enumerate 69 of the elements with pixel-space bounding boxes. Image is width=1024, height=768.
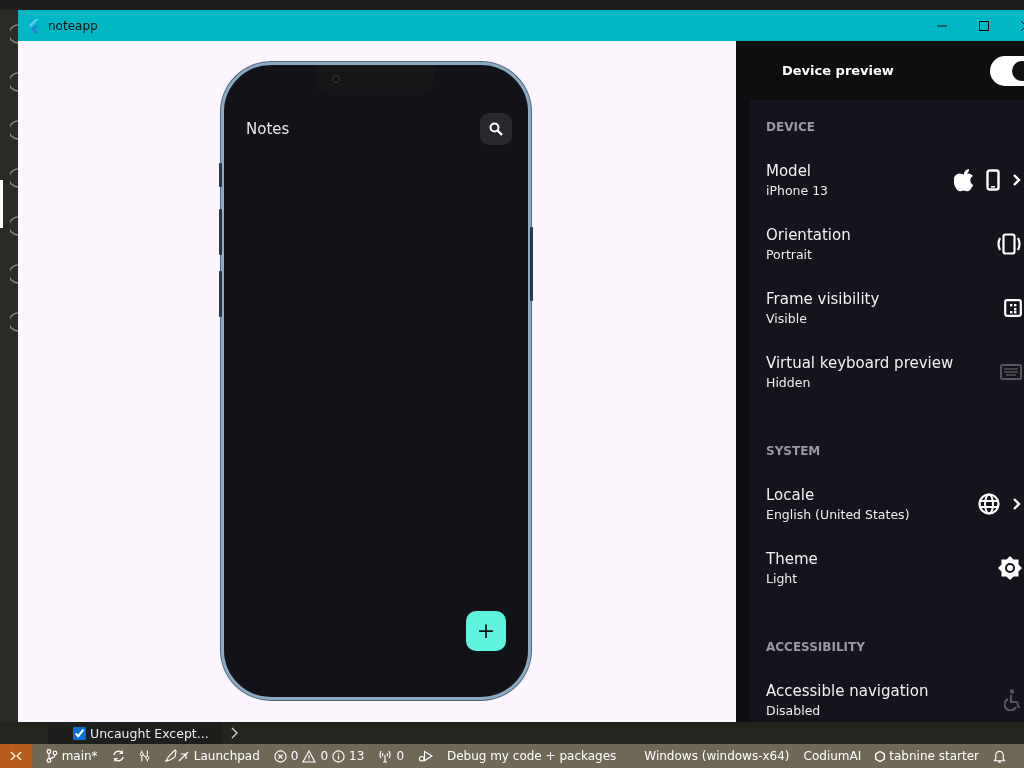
maximize-icon[interactable]: [978, 19, 990, 32]
setting-label: Virtual keyboard preview: [766, 354, 954, 372]
panel-title: Device preview: [782, 63, 894, 78]
setting-label: Accessible navigation: [766, 682, 929, 700]
active-indicator: [0, 180, 3, 228]
apple-icon: [954, 168, 974, 192]
remote-button[interactable]: [0, 744, 32, 768]
status-item[interactable]: Windows (windows-x64): [644, 749, 790, 763]
breakpoint-item[interactable]: Uncaught Except...: [48, 722, 222, 744]
window-title: noteapp: [48, 18, 98, 33]
activity-bar-icon[interactable]: [10, 168, 18, 188]
search-button[interactable]: [480, 113, 512, 145]
setting-label: Model: [766, 162, 813, 180]
activity-bar-icon[interactable]: [10, 72, 18, 92]
setting-label: Locale: [766, 486, 816, 504]
error-icon: [273, 749, 287, 763]
accessibility-icon[interactable]: [1004, 689, 1022, 711]
setting-value: Visible: [766, 311, 808, 326]
bell-icon[interactable]: [992, 748, 1006, 764]
hexagon-icon: [875, 750, 886, 762]
preview-toggle[interactable]: [990, 55, 1024, 86]
section-header: ACCESSIBILITY: [766, 640, 866, 656]
breakpoint-label: Uncaught Except...: [90, 725, 209, 741]
setting-value: Hidden: [766, 375, 812, 390]
keyboard-icon[interactable]: [1000, 364, 1022, 380]
flutter-logo-icon: [28, 18, 40, 33]
activity-bar-icon[interactable]: [10, 264, 18, 284]
section-header: SYSTEM: [766, 444, 822, 460]
setting-value: English (United States): [766, 507, 910, 522]
chevron-right-icon[interactable]: [230, 727, 238, 739]
setting-value: Light: [766, 571, 799, 586]
breakpoint-checkbox[interactable]: [73, 726, 86, 740]
antenna-icon: [378, 749, 393, 763]
setting-label: Theme: [766, 550, 818, 568]
launchpad-button[interactable]: Launchpad: [163, 749, 260, 763]
debug-config-button[interactable]: Debug my code + packages: [446, 749, 617, 763]
tabnine-button[interactable]: tabnine starter: [875, 749, 979, 763]
setting-label: Frame visibility: [766, 290, 880, 308]
activity-bar-icon[interactable]: [10, 24, 18, 44]
problems-button[interactable]: 0 0 13: [273, 749, 365, 763]
info-count: 13: [349, 749, 365, 763]
warning-count: 0: [320, 749, 329, 763]
globe-icon: [978, 493, 1000, 515]
setting-value: Disabled: [766, 703, 822, 718]
brightness-icon[interactable]: [998, 556, 1022, 580]
sync-icon[interactable]: [111, 749, 125, 763]
setting-value: Portrait: [766, 247, 813, 262]
setting-label: Orientation: [766, 226, 851, 244]
branch-button[interactable]: main*: [45, 749, 98, 763]
phone-icon: [986, 169, 1000, 191]
warning-icon: [302, 749, 317, 763]
ports-button[interactable]: 0: [378, 749, 405, 763]
activity-bar-icon[interactable]: [10, 312, 18, 332]
search-icon: [489, 122, 503, 136]
branch-icon: [45, 749, 58, 763]
info-icon: [332, 749, 346, 763]
setting-value: iPhone 13: [766, 183, 829, 198]
status-item[interactable]: CodiumAI: [803, 749, 862, 763]
frame-icon[interactable]: [1004, 299, 1022, 317]
add-note-button[interactable]: +: [466, 611, 506, 651]
activity-bar-icon[interactable]: [10, 216, 18, 236]
activity-bar-icon[interactable]: [10, 120, 18, 140]
debug-run-icon[interactable]: [418, 749, 433, 763]
app-bar-title: Notes: [246, 120, 290, 138]
screen-rotation-icon[interactable]: [996, 233, 1022, 255]
remote-icon: [9, 750, 22, 762]
section-header: DEVICE: [766, 120, 816, 136]
graph-icon[interactable]: [138, 749, 150, 763]
error-count: 0: [290, 749, 299, 763]
